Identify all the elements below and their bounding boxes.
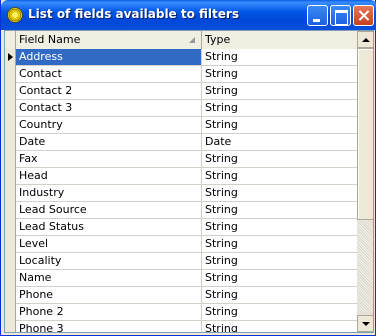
field-name-cell[interactable]: Phone bbox=[16, 287, 202, 303]
field-name-cell[interactable]: Contact bbox=[16, 66, 202, 82]
table-row[interactable]: Contact 2 String bbox=[5, 83, 357, 100]
app-icon[interactable] bbox=[7, 7, 23, 23]
row-indicator[interactable] bbox=[5, 168, 16, 185]
field-type-cell[interactable]: String bbox=[202, 321, 357, 332]
column-header-type[interactable]: Type bbox=[202, 31, 357, 49]
field-type-cell[interactable]: String bbox=[202, 253, 357, 269]
field-name-cell[interactable]: Lead Source bbox=[16, 202, 202, 218]
row-indicator[interactable] bbox=[5, 83, 16, 100]
grid-header: Field Name ◢ Type bbox=[5, 31, 357, 49]
table-row[interactable]: Locality String bbox=[5, 253, 357, 270]
field-type-cell[interactable]: String bbox=[202, 168, 357, 184]
row-indicator[interactable] bbox=[5, 185, 16, 202]
table-row[interactable]: Head String bbox=[5, 168, 357, 185]
table-row[interactable]: Phone 2 String bbox=[5, 304, 357, 321]
field-name-cell[interactable]: Lead Status bbox=[16, 219, 202, 235]
field-type-cell[interactable]: String bbox=[202, 304, 357, 320]
row-indicator[interactable] bbox=[5, 304, 16, 321]
table-row[interactable]: Name String bbox=[5, 270, 357, 287]
field-type-cell[interactable]: String bbox=[202, 236, 357, 252]
field-name-cell[interactable]: Country bbox=[16, 117, 202, 133]
row-indicator[interactable] bbox=[5, 100, 16, 117]
field-type-cell[interactable]: String bbox=[202, 66, 357, 82]
row-indicator[interactable] bbox=[5, 321, 16, 332]
field-name-cell[interactable]: Level bbox=[16, 236, 202, 252]
table-row[interactable]: Lead Status String bbox=[5, 219, 357, 236]
table-row[interactable]: Level String bbox=[5, 236, 357, 253]
row-indicator[interactable] bbox=[5, 219, 16, 236]
column-header-label: Type bbox=[205, 33, 231, 46]
field-type-cell[interactable]: String bbox=[202, 270, 357, 286]
scroll-thumb[interactable] bbox=[357, 48, 373, 220]
field-type-cell[interactable]: String bbox=[202, 287, 357, 303]
table-row[interactable]: Address String bbox=[5, 49, 357, 66]
field-type-cell[interactable]: String bbox=[202, 219, 357, 235]
maximize-button[interactable] bbox=[330, 5, 351, 26]
field-name-cell[interactable]: Contact 2 bbox=[16, 83, 202, 99]
table-row[interactable]: Phone String bbox=[5, 287, 357, 304]
field-type-cell[interactable]: String bbox=[202, 117, 357, 133]
table-row[interactable]: Date Date bbox=[5, 134, 357, 151]
row-pointer-icon[interactable] bbox=[5, 49, 16, 66]
grid-rows: Address String Contact String Contact 2 Strin… bbox=[5, 49, 357, 332]
field-name-cell[interactable]: Fax bbox=[16, 151, 202, 167]
column-header-label: Field Name bbox=[19, 33, 81, 46]
row-indicator[interactable] bbox=[5, 117, 16, 134]
sort-arrow-icon: ◢ bbox=[188, 35, 195, 44]
row-indicator[interactable] bbox=[5, 236, 16, 253]
row-indicator[interactable] bbox=[5, 134, 16, 151]
vertical-scrollbar[interactable] bbox=[357, 31, 373, 332]
field-type-cell[interactable]: String bbox=[202, 202, 357, 218]
scroll-down-button[interactable] bbox=[357, 315, 373, 332]
field-name-cell[interactable]: Phone 2 bbox=[16, 304, 202, 320]
field-type-cell[interactable]: String bbox=[202, 100, 357, 116]
scroll-track[interactable] bbox=[357, 220, 373, 315]
title-bar[interactable]: List of fields available to filters bbox=[1, 0, 376, 30]
row-indicator[interactable] bbox=[5, 151, 16, 168]
field-name-cell[interactable]: Date bbox=[16, 134, 202, 150]
field-name-cell[interactable]: Industry bbox=[16, 185, 202, 201]
minimize-button[interactable] bbox=[307, 5, 328, 26]
table-row[interactable]: Country String bbox=[5, 117, 357, 134]
table-row[interactable]: Contact 3 String bbox=[5, 100, 357, 117]
row-indicator[interactable] bbox=[5, 253, 16, 270]
field-type-cell[interactable]: String bbox=[202, 49, 357, 65]
table-row[interactable]: Phone 3 String bbox=[5, 321, 357, 332]
field-name-cell[interactable]: Phone 3 bbox=[16, 321, 202, 332]
table-row[interactable]: Contact String bbox=[5, 66, 357, 83]
field-name-cell[interactable]: Address bbox=[16, 49, 202, 65]
row-indicator[interactable] bbox=[5, 270, 16, 287]
field-type-cell[interactable]: String bbox=[202, 185, 357, 201]
header-indicator-cell bbox=[5, 31, 16, 49]
field-name-cell[interactable]: Head bbox=[16, 168, 202, 184]
field-type-cell[interactable]: String bbox=[202, 83, 357, 99]
fields-grid[interactable]: Field Name ◢ Type Address String Contact St… bbox=[4, 30, 374, 333]
field-name-cell[interactable]: Locality bbox=[16, 253, 202, 269]
row-indicator[interactable] bbox=[5, 287, 16, 304]
field-name-cell[interactable]: Contact 3 bbox=[16, 100, 202, 116]
field-name-cell[interactable]: Name bbox=[16, 270, 202, 286]
scroll-up-button[interactable] bbox=[357, 31, 373, 48]
field-type-cell[interactable]: Date bbox=[202, 134, 357, 150]
row-indicator[interactable] bbox=[5, 66, 16, 83]
table-row[interactable]: Industry String bbox=[5, 185, 357, 202]
table-row[interactable]: Lead Source String bbox=[5, 202, 357, 219]
close-button[interactable] bbox=[353, 5, 374, 26]
row-indicator[interactable] bbox=[5, 202, 16, 219]
table-row[interactable]: Fax String bbox=[5, 151, 357, 168]
field-type-cell[interactable]: String bbox=[202, 151, 357, 167]
window: List of fields available to filters Fiel… bbox=[0, 0, 376, 336]
column-header-field-name[interactable]: Field Name ◢ bbox=[16, 31, 202, 49]
window-title: List of fields available to filters bbox=[28, 7, 239, 21]
